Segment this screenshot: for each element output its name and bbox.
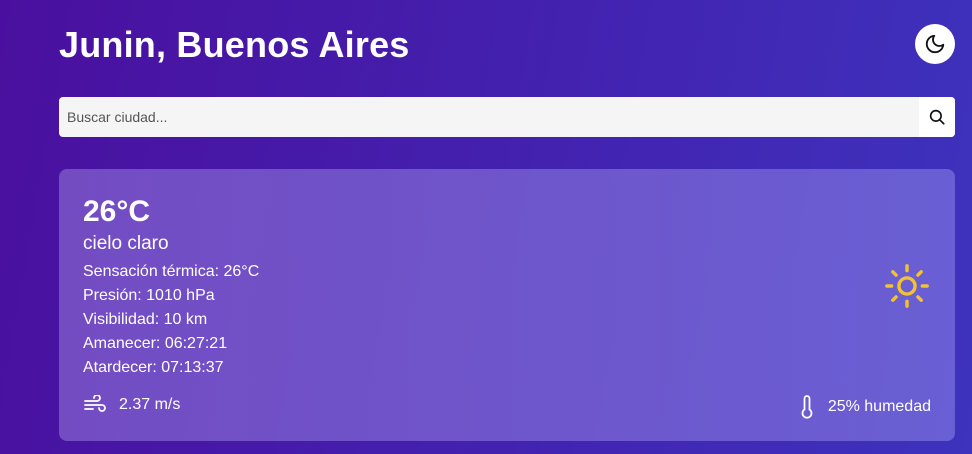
sun-icon <box>885 264 929 308</box>
pressure: Presión: 1010 hPa <box>83 287 215 304</box>
search-button[interactable] <box>919 97 955 137</box>
theme-toggle-button[interactable] <box>915 24 955 64</box>
weather-details: Sensación térmica: 26°C Presión: 1010 hP… <box>83 260 259 380</box>
wind-info: 2.37 m/s <box>83 395 180 415</box>
moon-icon <box>925 34 945 54</box>
sunset: Atardecer: 07:13:37 <box>83 359 224 376</box>
search-input[interactable] <box>59 97 919 137</box>
temperature: 26°C <box>83 195 151 228</box>
page-title: Junin, Buenos Aires <box>59 24 410 65</box>
sunrise: Amanecer: 06:27:21 <box>83 335 228 352</box>
thermometer-icon <box>801 395 813 419</box>
humidity-value: 25% humedad <box>827 398 931 415</box>
visibility: Visibilidad: 10 km <box>83 311 208 328</box>
feels-like: Sensación térmica: 26°C <box>83 263 260 280</box>
search-bar <box>59 97 955 137</box>
search-icon <box>929 109 945 125</box>
weather-card: 26°C cielo claro Sensación térmica: 26°C… <box>59 169 955 441</box>
weather-description: cielo claro <box>83 233 169 254</box>
humidity-info: 25% humedad <box>800 395 931 419</box>
wind-icon <box>84 395 106 412</box>
wind-speed: 2.37 m/s <box>119 396 181 413</box>
